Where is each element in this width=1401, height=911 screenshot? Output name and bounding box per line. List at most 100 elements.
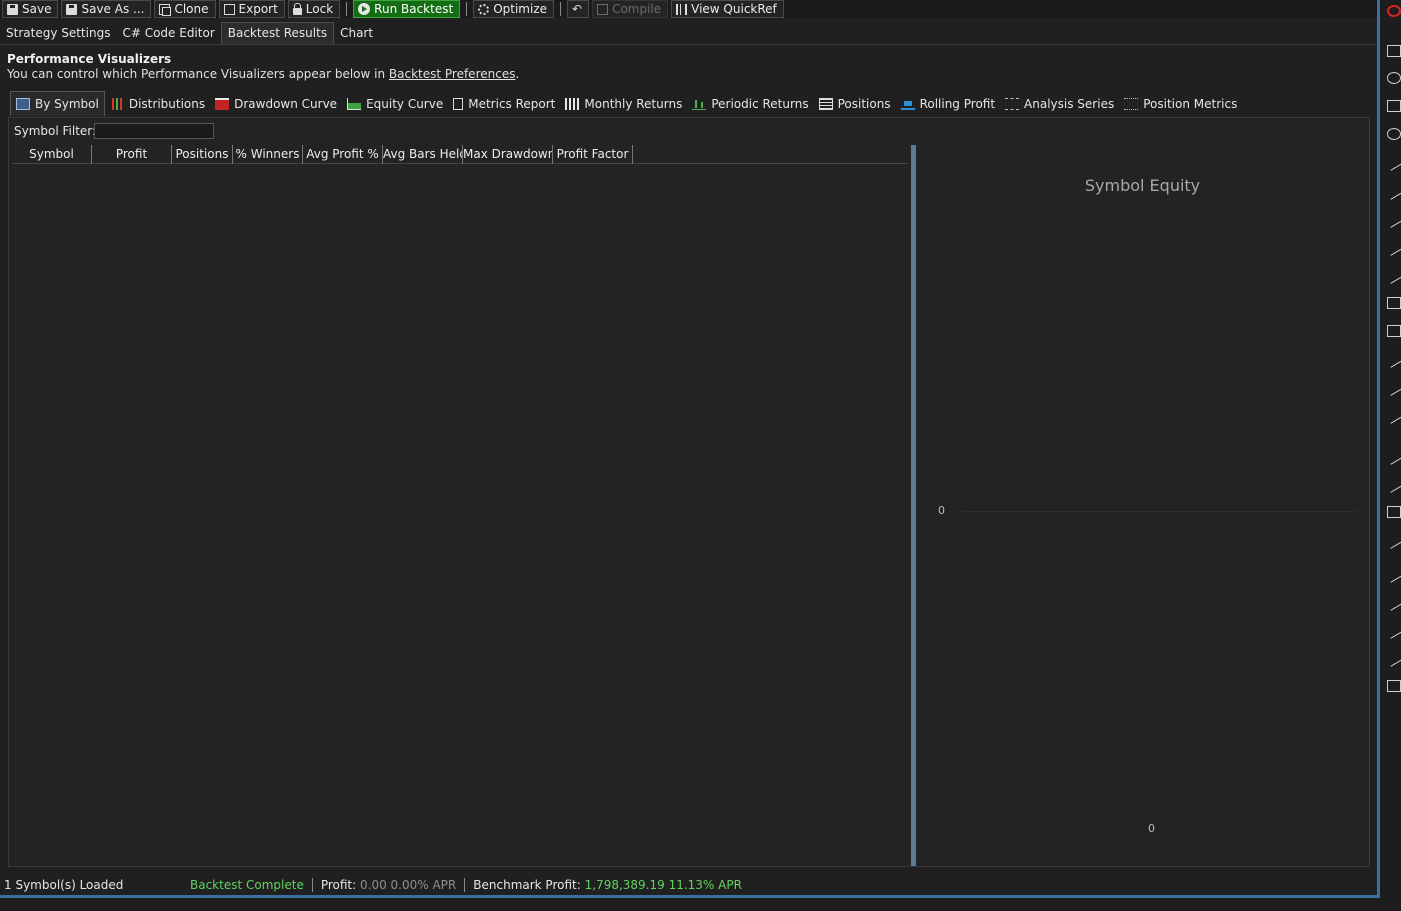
zigzag-icon[interactable] (1384, 621, 1401, 639)
calendar-bars-icon (565, 97, 580, 110)
tab-label: Distributions (128, 96, 206, 111)
column-header-avg-bars-held[interactable]: Avg Bars Held (383, 145, 463, 164)
app-window: Save Save As ... Clone Export Lock Run B… (0, 0, 1380, 898)
tab-position-metrics[interactable]: Position Metrics (1119, 91, 1242, 116)
pattern-icon[interactable] (1384, 565, 1401, 583)
run-backtest-label: Run Backtest (374, 2, 454, 16)
compile-icon (597, 3, 609, 15)
arrow-icon[interactable] (1384, 266, 1401, 284)
area-chart-icon (347, 97, 362, 110)
tab-drawdown-curve[interactable]: Drawdown Curve (210, 91, 342, 116)
tab-label: Periodic Returns (711, 96, 809, 111)
tab-code-editor[interactable]: C# Code Editor (116, 22, 220, 44)
column-header-symbol[interactable]: Symbol (12, 145, 92, 164)
backtest-status-text: Backtest Complete (190, 878, 304, 892)
tab-label: Drawdown Curve (234, 96, 338, 111)
symbol-filter-input[interactable] (94, 123, 214, 139)
column-header-max-drawdown[interactable]: Max Drawdown (463, 145, 553, 164)
compile-label: Compile (612, 2, 662, 16)
tab-distributions[interactable]: Distributions (105, 91, 210, 116)
toolbar-separator (346, 2, 348, 16)
compile-button[interactable]: Compile (592, 0, 669, 18)
backtest-preferences-link[interactable]: Backtest Preferences (389, 67, 516, 81)
tab-label: Positions (837, 96, 891, 111)
tab-by-symbol[interactable]: By Symbol (10, 91, 105, 116)
page-title: Performance Visualizers (7, 52, 172, 66)
tab-strategy-settings[interactable]: Strategy Settings (0, 22, 116, 44)
vertical-line-icon[interactable] (1384, 153, 1401, 171)
calendar-icon[interactable] (1387, 45, 1401, 57)
column-header-profit[interactable]: Profit (92, 145, 172, 164)
save-as-button[interactable]: Save As ... (61, 0, 152, 18)
profit-value: 0.00 0.00% APR (360, 878, 457, 892)
grid-header: Symbol Profit Positions % Winners Avg Pr… (12, 145, 908, 164)
symbol-results-grid[interactable]: Symbol Profit Positions % Winners Avg Pr… (12, 145, 908, 865)
drawdown-icon (215, 97, 230, 110)
view-quickref-button[interactable]: View QuickRef (671, 0, 784, 18)
tab-analysis-series[interactable]: Analysis Series (1000, 91, 1119, 116)
tab-label: Monthly Returns (584, 96, 683, 111)
tab-monthly-returns[interactable]: Monthly Returns (560, 91, 687, 116)
ray-icon[interactable] (1384, 531, 1401, 549)
triangle-icon[interactable] (1384, 350, 1401, 368)
ellipse-icon[interactable] (1387, 128, 1401, 140)
toolbar-separator (466, 2, 468, 16)
pitchfork-icon[interactable] (1384, 649, 1401, 667)
symbol-equity-chart: Symbol Equity 0 0 (916, 145, 1369, 866)
tab-backtest-results[interactable]: Backtest Results (220, 22, 335, 44)
save-label: Save (22, 2, 52, 16)
list-icon (818, 97, 833, 110)
save-button[interactable]: Save (2, 0, 59, 18)
toolbar: Save Save As ... Clone Export Lock Run B… (0, 0, 1377, 18)
clone-button[interactable]: Clone (154, 0, 216, 18)
lock-label: Lock (305, 2, 334, 16)
view-quickref-label: View QuickRef (691, 2, 777, 16)
lasso-icon[interactable] (1387, 72, 1401, 84)
tab-metrics-report[interactable]: Metrics Report (448, 91, 560, 116)
trend-line-icon[interactable] (1384, 210, 1401, 228)
tab-equity-curve[interactable]: Equity Curve (342, 91, 448, 116)
tab-chart[interactable]: Chart (334, 22, 379, 44)
by-symbol-panel: Symbol Filter: Symbol Profit Positions %… (8, 117, 1370, 867)
wave-icon[interactable] (1384, 593, 1401, 611)
page-subtitle: You can control which Performance Visual… (7, 67, 519, 81)
subtitle-text: You can control which Performance Visual… (7, 67, 389, 81)
column-header-avg-profit[interactable]: Avg Profit % (303, 145, 383, 164)
tab-label: By Symbol (35, 97, 99, 111)
ruler-icon[interactable] (1387, 680, 1401, 692)
column-header-winners[interactable]: % Winners (233, 145, 303, 164)
column-header-profit-factor[interactable]: Profit Factor (553, 145, 633, 164)
pencil-icon[interactable] (1384, 238, 1401, 256)
tab-periodic-returns[interactable]: Periodic Returns (687, 91, 813, 116)
subtitle-end: . (515, 67, 520, 81)
run-backtest-button[interactable]: Run Backtest (353, 0, 461, 18)
optimize-button[interactable]: Optimize (473, 0, 554, 18)
rectangle-icon[interactable] (1387, 297, 1401, 309)
text-icon[interactable] (1387, 325, 1401, 337)
fib-icon[interactable] (1387, 506, 1401, 518)
channel-icon[interactable] (1384, 406, 1401, 424)
benchmark-value: 1,798,389.19 11.13% APR (584, 878, 742, 892)
column-header-positions[interactable]: Positions (172, 145, 233, 164)
lock-button[interactable]: Lock (287, 0, 341, 18)
stop-icon[interactable] (1387, 5, 1401, 17)
zero-gridline (961, 511, 1356, 512)
save-icon (7, 3, 18, 15)
undo-button[interactable]: ↶ (567, 0, 590, 18)
horizontal-line-icon[interactable] (1384, 182, 1401, 200)
gann-icon[interactable] (1384, 447, 1401, 465)
lock-icon (292, 2, 302, 15)
crosshair-icon[interactable] (1387, 100, 1401, 112)
tab-positions[interactable]: Positions (814, 91, 896, 116)
tab-label: Analysis Series (1024, 96, 1115, 111)
export-button[interactable]: Export (218, 0, 285, 18)
export-label: Export (238, 2, 278, 16)
toolbar-separator (560, 2, 561, 16)
measure-icon[interactable] (1384, 378, 1401, 396)
fan-icon[interactable] (1384, 475, 1401, 493)
optimize-label: Optimize (493, 2, 547, 16)
export-icon (223, 3, 235, 15)
chart-title: Symbol Equity (1084, 176, 1201, 195)
save-as-label: Save As ... (81, 2, 145, 16)
tab-rolling-profit[interactable]: Rolling Profit (896, 91, 1000, 116)
